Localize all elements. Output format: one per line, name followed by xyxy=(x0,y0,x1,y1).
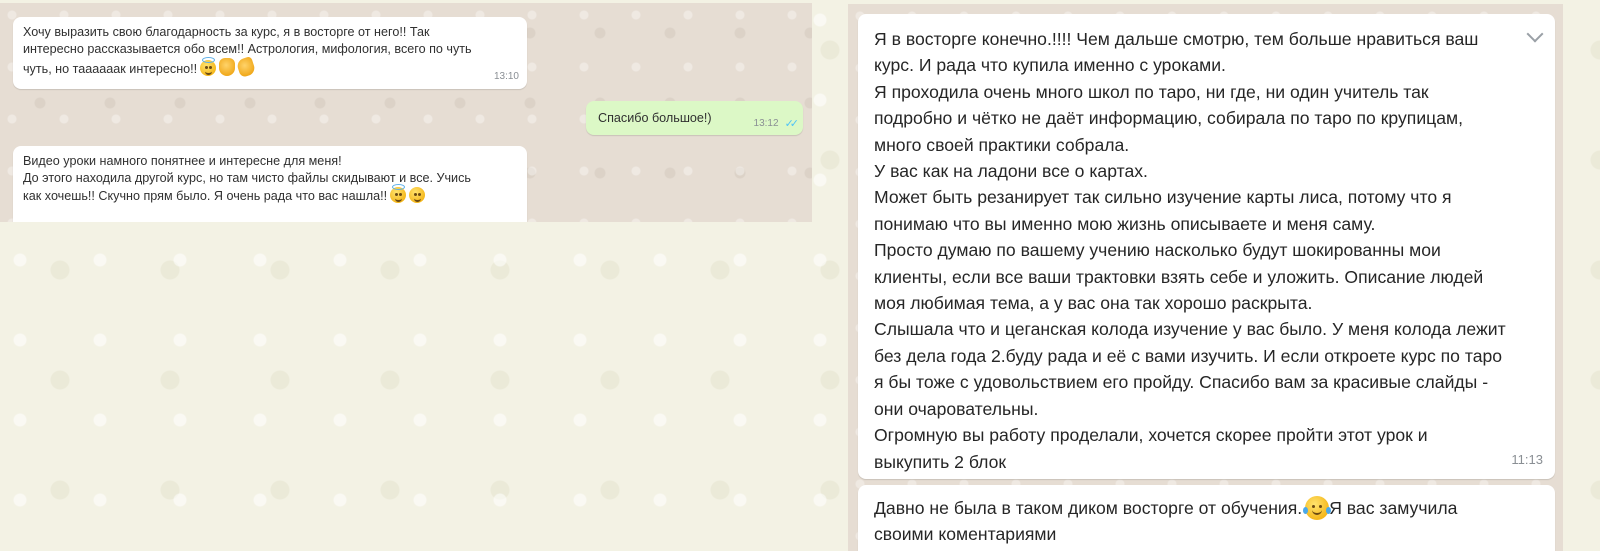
message-time: 13:12 xyxy=(753,118,779,129)
thumbs-up-icon xyxy=(219,58,236,76)
chevron-down-icon[interactable] xyxy=(1526,25,1544,43)
right-chat-panel: Я в восторге конечно.!!!! Чем дальше смо… xyxy=(848,4,1563,551)
clapping-hands-icon xyxy=(235,55,257,79)
message-text: Спасибо большое!) xyxy=(598,111,712,125)
incoming-message[interactable]: Давно не была в таком диком восторге от … xyxy=(858,485,1555,551)
message-time: 11:13 xyxy=(1511,451,1543,467)
face-with-tears-of-joy-icon xyxy=(1303,496,1332,520)
message-meta: 13:10 xyxy=(494,68,519,85)
outgoing-message[interactable]: Спасибо большое!) 13:12 ✓✓ xyxy=(586,101,803,135)
left-chat-panel: Хочу выразить свою благодарность за курс… xyxy=(0,3,812,222)
smiling-face-with-halo-icon xyxy=(390,184,407,203)
message-text-start: Давно не была в таком диком восторге от … xyxy=(874,498,1303,518)
message-time: 13:10 xyxy=(493,71,519,82)
message-meta: 13:12 ✓✓ xyxy=(753,117,800,130)
relieved-face-icon xyxy=(409,187,426,203)
incoming-message[interactable]: Видео уроки намного понятнее и интересне… xyxy=(13,146,527,222)
message-text: Я в восторге конечно.!!!! Чем дальше смо… xyxy=(874,29,1506,472)
read-double-check-icon: ✓✓ xyxy=(784,118,800,130)
incoming-message[interactable]: Хочу выразить свою благодарность за курс… xyxy=(13,17,527,89)
message-meta: 11:13 xyxy=(1511,447,1543,473)
incoming-message[interactable]: Я в восторге конечно.!!!! Чем дальше смо… xyxy=(858,14,1555,479)
smiling-face-with-halo-icon xyxy=(200,57,217,76)
